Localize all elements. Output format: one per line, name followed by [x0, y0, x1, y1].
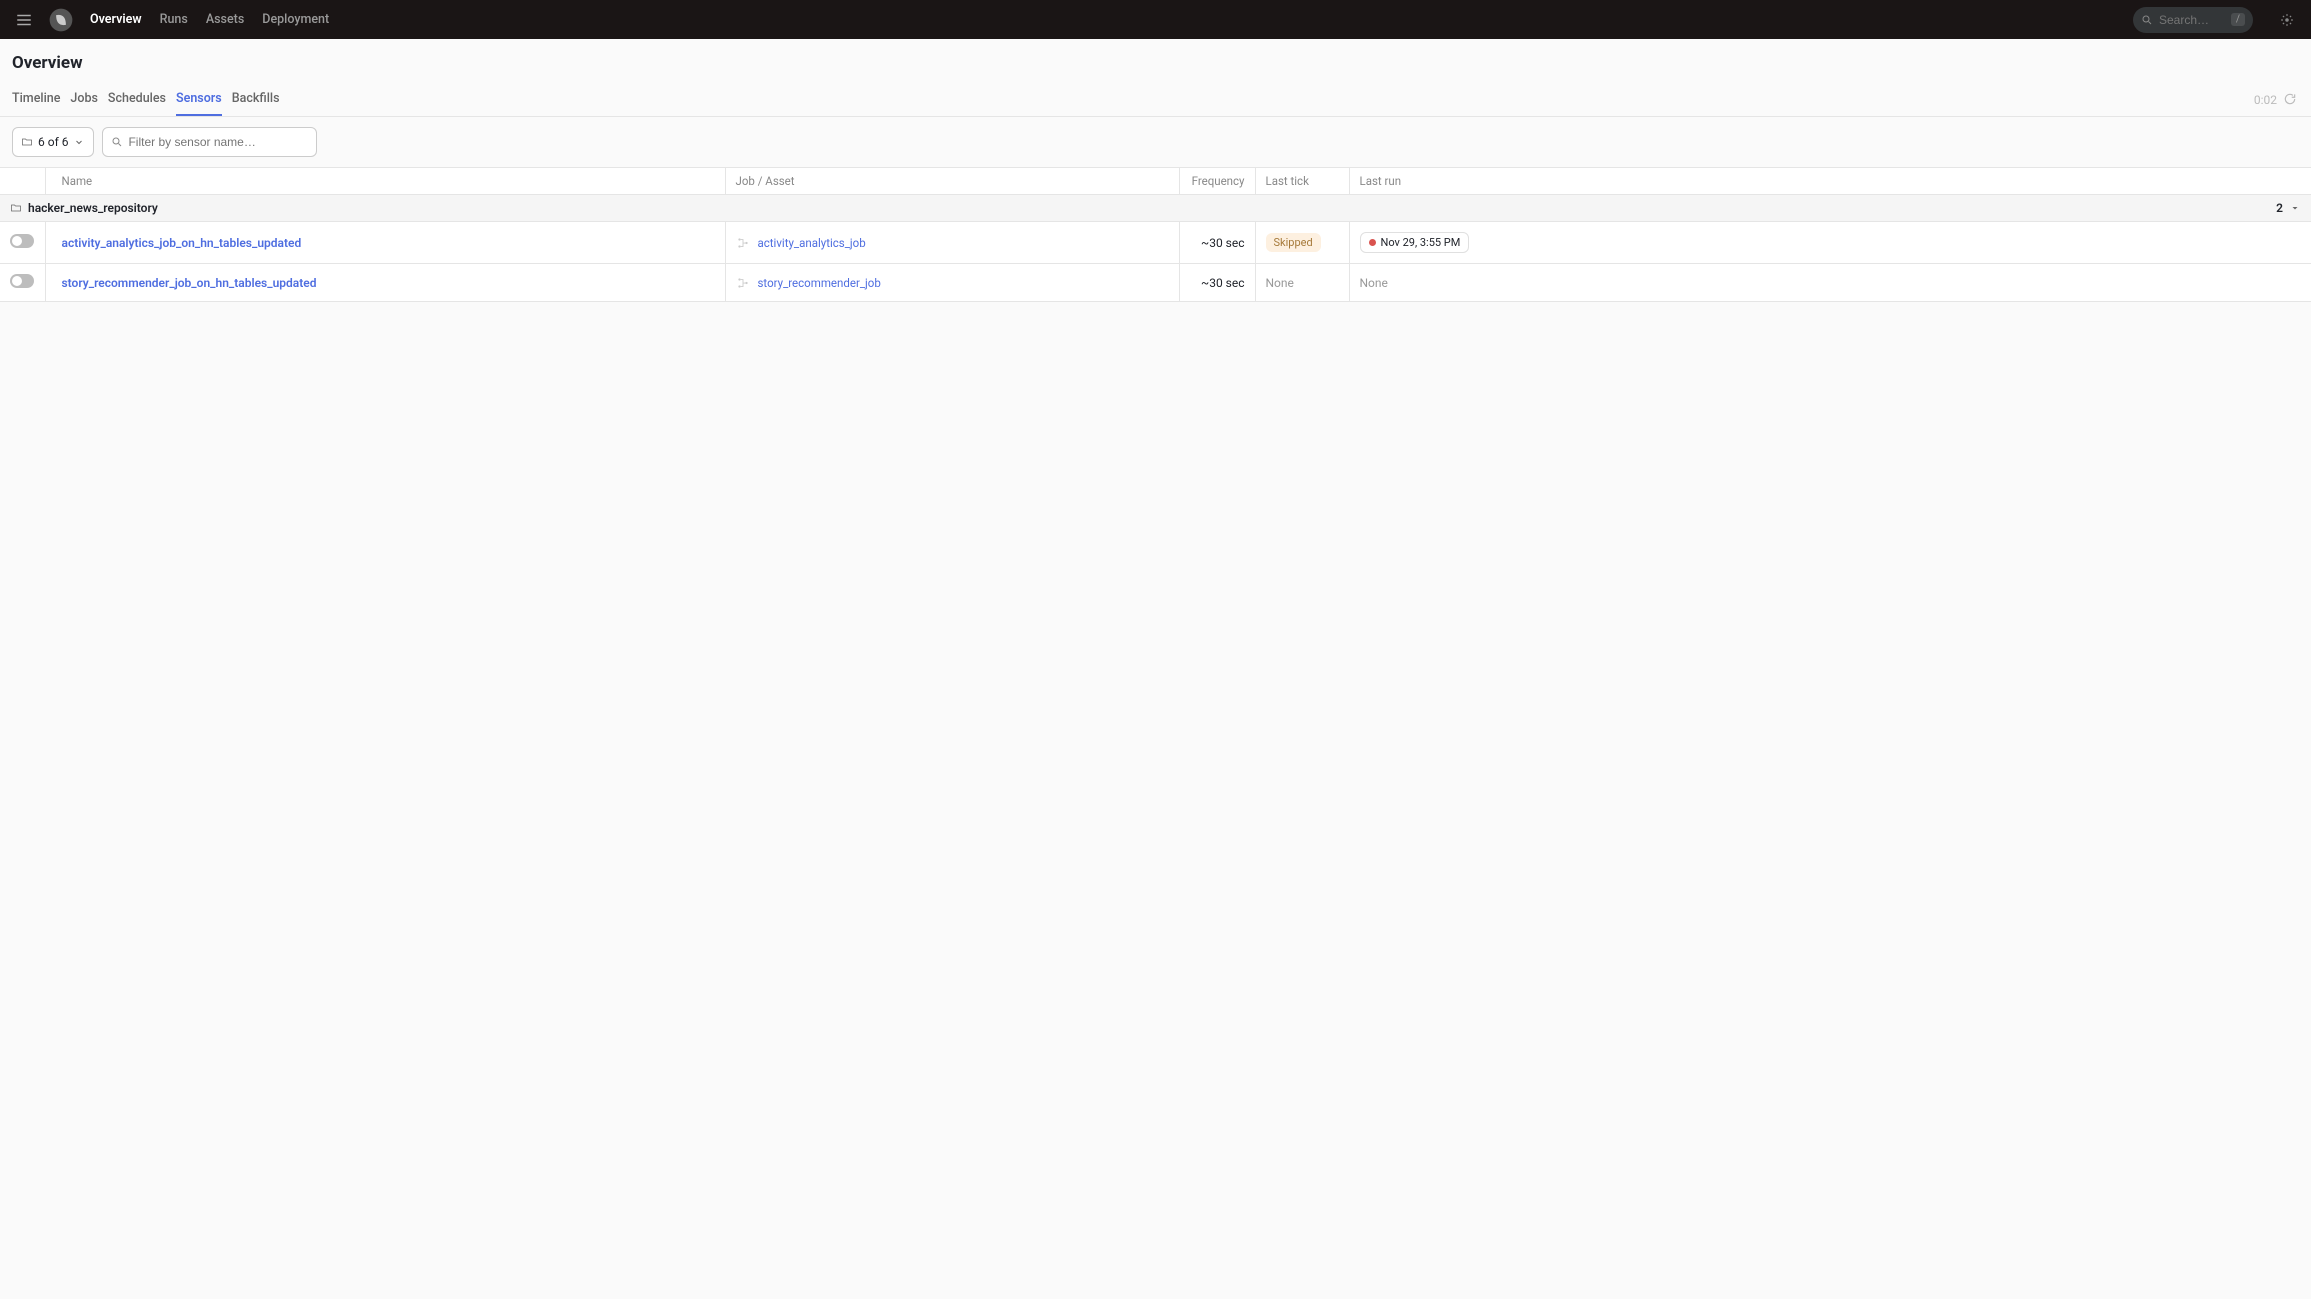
col-last-tick: Last tick	[1255, 168, 1349, 195]
filter-row: 6 of 6	[0, 117, 2311, 167]
job-icon	[736, 236, 750, 250]
col-frequency: Frequency	[1179, 168, 1255, 195]
col-last-run: Last run	[1349, 168, 2311, 195]
sensor-row: story_recommender_job_on_hn_tables_updat…	[0, 264, 2311, 302]
filter-input-wrapper	[102, 127, 317, 157]
tab-backfills[interactable]: Backfills	[232, 83, 280, 116]
refresh-timer: 0:02	[2254, 93, 2277, 107]
nav-links: Overview Runs Assets Deployment	[90, 12, 329, 27]
search-icon	[2141, 14, 2153, 26]
settings-button[interactable]	[2275, 8, 2299, 32]
repository-select[interactable]: 6 of 6	[12, 127, 94, 157]
repository-count: 2	[2276, 201, 2283, 215]
hamburger-menu-button[interactable]	[12, 8, 36, 32]
gear-icon	[2280, 13, 2294, 27]
filter-input[interactable]	[128, 135, 308, 149]
repo-select-label: 6 of 6	[38, 135, 68, 149]
top-navbar: Overview Runs Assets Deployment /	[0, 0, 2311, 39]
logo[interactable]	[48, 7, 74, 33]
job-icon	[736, 276, 750, 290]
chevron-down-icon	[73, 136, 85, 148]
nav-assets[interactable]: Assets	[206, 12, 244, 27]
last-run-none: None	[1360, 276, 1388, 290]
search-icon	[111, 136, 123, 148]
status-dot-failed-icon	[1369, 239, 1376, 246]
last-tick-none: None	[1266, 276, 1294, 290]
col-toggle	[0, 168, 45, 195]
folder-icon	[21, 136, 33, 148]
repository-group-row: hacker_news_repository 2	[0, 195, 2311, 222]
repository-name[interactable]: hacker_news_repository	[28, 201, 158, 215]
last-tick-pill[interactable]: Skipped	[1266, 233, 1321, 252]
nav-deployment[interactable]: Deployment	[262, 12, 329, 27]
last-run-pill[interactable]: Nov 29, 3:55 PM	[1360, 232, 1470, 253]
tab-jobs[interactable]: Jobs	[70, 83, 98, 116]
frequency-cell: ~30 sec	[1179, 222, 1255, 264]
job-link[interactable]: story_recommender_job	[758, 276, 881, 290]
search-box[interactable]: /	[2133, 7, 2253, 33]
tab-schedules[interactable]: Schedules	[108, 83, 166, 116]
page-title: Overview	[0, 39, 2311, 83]
folder-icon	[10, 202, 22, 214]
caret-down-icon[interactable]	[2289, 202, 2301, 214]
search-input[interactable]	[2159, 13, 2225, 27]
refresh-button[interactable]	[2283, 92, 2299, 108]
nav-overview[interactable]: Overview	[90, 12, 142, 27]
tab-timeline[interactable]: Timeline	[12, 83, 60, 116]
sensor-name-link[interactable]: activity_analytics_job_on_hn_tables_upda…	[62, 236, 302, 250]
col-job: Job / Asset	[725, 168, 1179, 195]
sensor-toggle[interactable]	[10, 234, 34, 248]
job-link[interactable]: activity_analytics_job	[758, 236, 866, 250]
tab-sensors[interactable]: Sensors	[176, 83, 222, 116]
nav-runs[interactable]: Runs	[160, 12, 188, 27]
sensor-toggle[interactable]	[10, 274, 34, 288]
refresh-icon	[2283, 92, 2297, 106]
search-hotkey-badge: /	[2231, 13, 2245, 26]
sensor-row: activity_analytics_job_on_hn_tables_upda…	[0, 222, 2311, 264]
frequency-cell: ~30 sec	[1179, 264, 1255, 302]
secondary-tabs: Timeline Jobs Schedules Sensors Backfill…	[0, 83, 2311, 117]
sensors-table: Name Job / Asset Frequency Last tick Las…	[0, 167, 2311, 302]
sensor-name-link[interactable]: story_recommender_job_on_hn_tables_updat…	[62, 276, 317, 290]
col-name: Name	[45, 168, 725, 195]
